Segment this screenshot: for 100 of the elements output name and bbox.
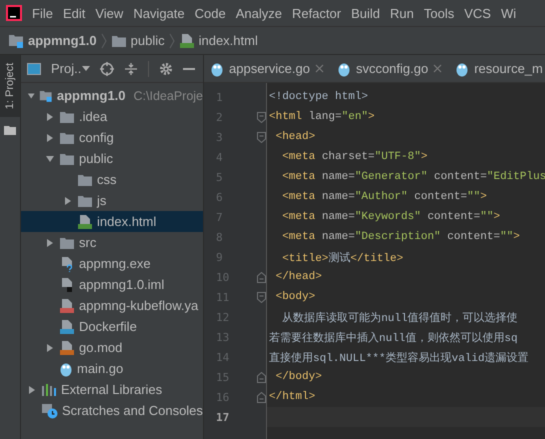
tree-item[interactable]: appmng1.0 C:\IdeaProje bbox=[21, 85, 203, 106]
tree-item[interactable]: index.html bbox=[21, 211, 203, 232]
folder-icon bbox=[59, 110, 75, 124]
unknown-file-icon bbox=[59, 256, 75, 272]
tree-item-label: main.go bbox=[77, 361, 124, 376]
panel-view-dropdown[interactable]: Proj.. bbox=[51, 61, 82, 76]
folder-icon bbox=[59, 130, 75, 144]
caret-right-icon[interactable] bbox=[63, 196, 73, 206]
folder-icon bbox=[77, 194, 93, 208]
caret-right-icon[interactable] bbox=[45, 112, 55, 122]
collapse-all-icon[interactable] bbox=[124, 62, 138, 76]
caret-down-icon[interactable] bbox=[82, 66, 90, 72]
gopher-icon bbox=[455, 60, 470, 76]
tree-item[interactable]: appmng1.0.iml bbox=[21, 274, 203, 295]
menu-item[interactable]: Tools bbox=[424, 6, 454, 20]
tree-item-label: src bbox=[79, 235, 96, 250]
caret-right-icon[interactable] bbox=[45, 132, 55, 142]
html-file-icon bbox=[77, 214, 93, 230]
fold-icon[interactable] bbox=[257, 372, 266, 382]
crosshair-icon[interactable] bbox=[100, 62, 114, 76]
fold-icon[interactable] bbox=[257, 132, 266, 142]
breadcrumb-item[interactable]: index.html bbox=[198, 33, 258, 48]
tree-item-label: go.mod bbox=[79, 340, 122, 355]
menu-item[interactable]: View bbox=[95, 6, 124, 20]
project-folder-icon bbox=[8, 34, 24, 48]
tree-item-label: public bbox=[79, 151, 113, 166]
settings-icon[interactable] bbox=[159, 62, 174, 76]
code-line: </head> bbox=[274, 271, 322, 283]
line-number: 17 bbox=[216, 410, 230, 424]
menu-item[interactable]: Build bbox=[351, 6, 380, 20]
code-line: 直接使用sql.NULL***类型容易出现valid遗漏设置 bbox=[269, 350, 529, 364]
code-line: <body> bbox=[274, 291, 316, 303]
dtd-file-icon bbox=[59, 340, 75, 356]
tree-item[interactable]: public bbox=[21, 148, 203, 169]
menu-item[interactable]: File bbox=[32, 6, 53, 20]
tree-item[interactable]: Dockerfile bbox=[21, 316, 203, 337]
folder-icon bbox=[110, 34, 127, 48]
menu-item[interactable]: Refactor bbox=[292, 6, 342, 20]
project-path: C:\IdeaProje bbox=[134, 88, 203, 102]
menu-item[interactable]: Navigate bbox=[133, 6, 185, 20]
tree-item[interactable]: appmng.exe bbox=[21, 253, 203, 274]
app-logo-icon[interactable] bbox=[6, 5, 22, 21]
tree-item[interactable]: .idea bbox=[21, 106, 203, 127]
folder-icon bbox=[59, 152, 75, 166]
code-line: <meta name="Description" content=""> bbox=[281, 231, 520, 243]
editor-tab[interactable]: resource_m bbox=[449, 55, 545, 82]
libraries-icon bbox=[41, 382, 57, 396]
tree-item[interactable]: config bbox=[21, 127, 203, 148]
fold-icon[interactable] bbox=[257, 272, 266, 282]
tree-item-label: External Libraries bbox=[61, 382, 162, 397]
caret-right-icon[interactable] bbox=[27, 384, 37, 394]
tree-item-label: Dockerfile bbox=[79, 319, 137, 334]
tree-item[interactable]: External Libraries bbox=[21, 379, 203, 400]
fold-icon[interactable] bbox=[257, 292, 266, 302]
menu-item[interactable]: Analyze bbox=[236, 6, 282, 20]
tree-item-label: css bbox=[97, 172, 116, 187]
code-line: <html lang="en"> bbox=[269, 111, 375, 123]
caret-right-icon[interactable] bbox=[45, 342, 55, 352]
tree-item[interactable]: go.mod bbox=[21, 337, 203, 358]
editor-tab[interactable]: svcconfig.go bbox=[330, 55, 450, 82]
tree-item[interactable]: appmng-kubeflow.ya bbox=[21, 295, 203, 316]
yaml-file-icon bbox=[59, 298, 75, 314]
code-line: <meta name="Keywords" content=""> bbox=[281, 211, 500, 223]
chevron-right-icon bbox=[100, 32, 107, 48]
scratches-icon bbox=[41, 402, 58, 418]
close-icon[interactable] bbox=[314, 64, 324, 73]
gopher-icon bbox=[336, 60, 351, 76]
tree-item[interactable]: js bbox=[21, 190, 203, 211]
tree-item-label: js bbox=[97, 193, 106, 208]
menu-item[interactable]: Edit bbox=[62, 6, 86, 20]
folder-icon bbox=[59, 236, 75, 250]
editor-tab[interactable]: appservice.go bbox=[204, 55, 331, 82]
fold-icon[interactable] bbox=[257, 112, 266, 122]
tree-item[interactable]: src bbox=[21, 232, 203, 253]
fold-icon[interactable] bbox=[257, 392, 266, 402]
caret-right-icon[interactable] bbox=[45, 238, 55, 248]
menu-item[interactable]: Code bbox=[194, 6, 226, 20]
code-line: <head> bbox=[274, 131, 316, 143]
caret-down-icon[interactable] bbox=[27, 90, 36, 100]
menu-item[interactable]: VCS bbox=[464, 6, 491, 20]
tree-item[interactable]: Scratches and Consoles bbox=[21, 400, 203, 421]
project-tool-tab[interactable]: 1: Project bbox=[0, 55, 20, 117]
docker-file-icon bbox=[59, 318, 75, 334]
close-icon[interactable] bbox=[433, 64, 442, 73]
gopher-icon bbox=[59, 360, 73, 376]
module-file-icon bbox=[59, 276, 75, 292]
folder-icon[interactable] bbox=[4, 125, 16, 135]
minimize-icon[interactable] bbox=[183, 66, 196, 70]
tree-item-label: appmng1.0 bbox=[56, 88, 126, 103]
caret-down-icon[interactable] bbox=[45, 154, 55, 164]
code-line: </html> bbox=[269, 391, 316, 403]
tree-item[interactable]: css bbox=[21, 169, 203, 190]
tree-item-label: .idea bbox=[79, 109, 108, 124]
breadcrumb-item[interactable]: appmng1.0 bbox=[28, 33, 97, 48]
tree-item-label: Scratches and Consoles bbox=[62, 403, 203, 418]
tree-item[interactable]: main.go bbox=[21, 358, 203, 379]
folder-icon bbox=[77, 172, 93, 186]
breadcrumb-item[interactable]: public bbox=[130, 33, 165, 48]
menu-item[interactable]: Run bbox=[390, 6, 414, 20]
menu-item[interactable]: Wi bbox=[500, 6, 516, 20]
